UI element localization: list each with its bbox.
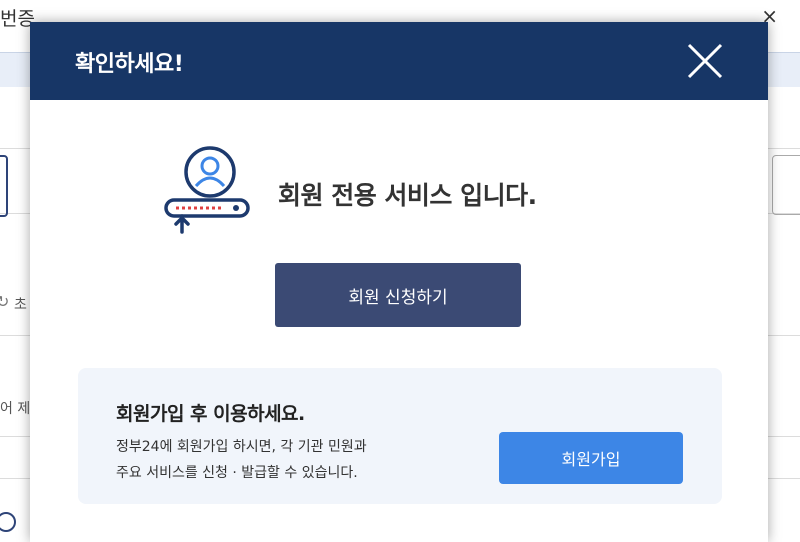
member-only-notice: 회원 전용 서비스 입니다. xyxy=(162,144,662,239)
close-icon[interactable] xyxy=(686,42,724,80)
search-icon[interactable] xyxy=(0,512,16,532)
member-apply-button[interactable]: 회원 신청하기 xyxy=(275,263,521,327)
background-input-box[interactable] xyxy=(772,155,800,215)
background-text: 초 xyxy=(14,297,27,313)
refresh-icon: ↻ xyxy=(0,292,10,311)
info-description-line: 정부24에 회원가입 하시면, 각 기관 민원과 xyxy=(116,439,367,455)
member-key-icon xyxy=(164,146,250,234)
background-text: 어 제 xyxy=(0,401,31,417)
signup-info-box: 회원가입 후 이용하세요. 정부24에 회원가입 하시면, 각 기관 민원과 주… xyxy=(78,368,722,504)
background-input-box[interactable] xyxy=(0,155,8,217)
signup-button[interactable]: 회원가입 xyxy=(499,432,683,484)
modal-title: 확인하세요! xyxy=(75,52,184,77)
info-description: 정부24에 회원가입 하시면, 각 기관 민원과 주요 서비스를 신청 · 발급… xyxy=(116,434,476,486)
confirm-modal: 확인하세요! 회원 전용 서비스 입니다. 회원 신청하기 회원가입 후 이용하… xyxy=(30,22,768,542)
info-title: 회원가입 후 이용하세요. xyxy=(116,403,305,425)
member-only-text: 회원 전용 서비스 입니다. xyxy=(278,181,537,210)
info-description-line: 주요 서비스를 신청 · 발급할 수 있습니다. xyxy=(116,465,358,481)
modal-header: 확인하세요! xyxy=(30,22,768,100)
